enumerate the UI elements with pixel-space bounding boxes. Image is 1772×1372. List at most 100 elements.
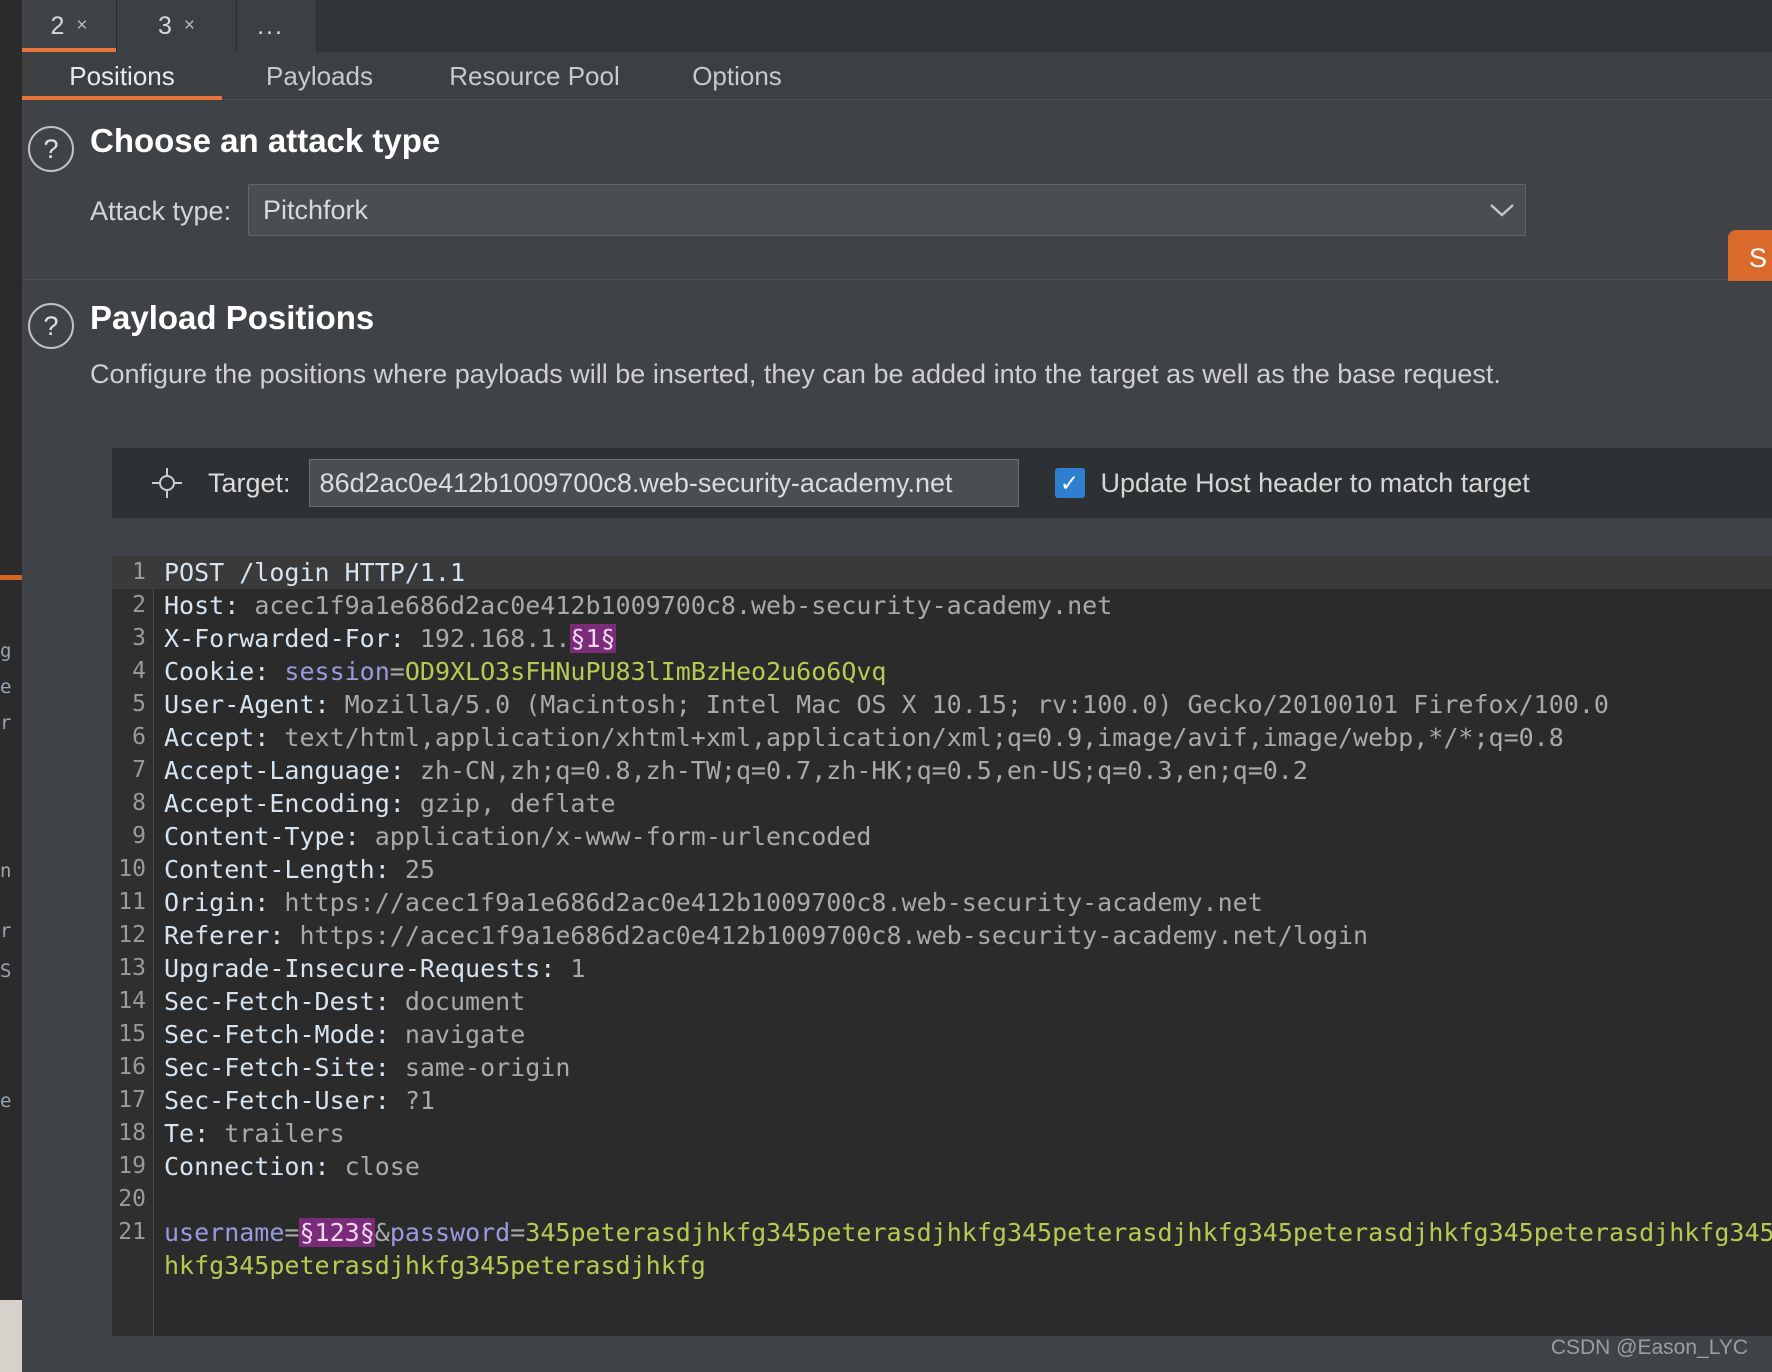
code-segment: https://acec1f9a1e686d2ac0e412b1009700c8… <box>269 888 1263 917</box>
request-line: 11 Origin: https://acec1f9a1e686d2ac0e412… <box>112 886 1772 919</box>
line-number: 5 <box>132 691 146 717</box>
code-segment: zh-CN,zh;q=0.8,zh-TW;q=0.7,zh-HK;q=0.5,e… <box>404 756 1308 785</box>
code-segment: hkfg345peterasdjhkfg345peterasdjhkfg <box>164 1251 706 1280</box>
line-number: 3 <box>132 625 146 651</box>
line-text: Host: acec1f9a1e686d2ac0e412b1009700c8.w… <box>164 589 1112 622</box>
attack-tab-label: 3 <box>157 11 172 40</box>
tab-label: Payloads <box>266 60 373 91</box>
code-segment: close <box>329 1152 420 1181</box>
tab-label: Positions <box>69 60 175 91</box>
code-segment: Referer: <box>164 921 285 950</box>
code-segment: navigate <box>389 1020 526 1049</box>
line-text: Sec-Fetch-User: ?1 <box>164 1084 435 1117</box>
tab-positions[interactable]: Positions <box>22 52 222 100</box>
section-tab-bar: Positions Payloads Resource Pool Options <box>22 52 1772 100</box>
code-segment: Content-Type: <box>164 822 360 851</box>
code-segment: Host: <box>164 591 240 620</box>
request-editor[interactable]: 1 POST /login HTTP/1.1 2 Host: acec1f9a1e68… <box>112 556 1772 1336</box>
request-line: 15 Sec-Fetch-Mode: navigate <box>112 1018 1772 1051</box>
request-line: 14 Sec-Fetch-Dest: document <box>112 985 1772 1018</box>
request-line: 19 Connection: close <box>112 1150 1772 1183</box>
line-text: Content-Length: 25 <box>164 853 435 886</box>
code-segment: Sec-Fetch-Dest: <box>164 987 390 1016</box>
request-line: 5 User-Agent: Mozilla/5.0 (Macintosh; Int… <box>112 688 1772 721</box>
code-segment: X-Forwarded-For: <box>164 624 405 653</box>
payload-marker: §123§ <box>299 1218 375 1247</box>
line-text: hkfg345peterasdjhkfg345peterasdjhkfg <box>164 1249 706 1282</box>
request-line: 12 Referer: https://acec1f9a1e686d2ac0e41… <box>112 919 1772 952</box>
target-input[interactable] <box>308 459 1019 507</box>
request-line: 7 Accept-Language: zh-CN,zh;q=0.8,zh-TW;q… <box>112 754 1772 787</box>
attack-tab-2[interactable]: 2 × <box>22 0 117 52</box>
line-text: Sec-Fetch-Site: same-origin <box>164 1051 570 1084</box>
code-segment: username <box>164 1218 285 1247</box>
line-number: 18 <box>118 1120 146 1146</box>
line-text: Connection: close <box>164 1150 420 1183</box>
attack-tab-3[interactable]: 3 × <box>117 0 237 52</box>
tab-options[interactable]: Options <box>652 52 822 100</box>
code-segment: 1 <box>555 954 586 983</box>
question-mark-icon[interactable]: ? <box>28 303 74 349</box>
payload-positions-heading: Payload Positions <box>90 299 375 336</box>
line-number: 9 <box>132 823 146 849</box>
line-text: Accept-Encoding: gzip, deflate <box>164 787 616 820</box>
attack-type-panel: ? Choose an attack type Attack type: Pit… <box>22 100 1772 286</box>
request-code[interactable]: 1 POST /login HTTP/1.1 2 Host: acec1f9a1e68… <box>112 556 1772 1336</box>
line-number: 4 <box>132 658 146 684</box>
background-text-fragment: r <box>0 712 12 734</box>
code-segment: text/html,application/xhtml+xml,applicat… <box>269 723 1564 752</box>
code-segment: User-Agent: <box>164 690 330 719</box>
background-text-fragment: e <box>0 1090 12 1112</box>
code-segment: same-origin <box>389 1053 571 1082</box>
update-host-checkbox[interactable]: ✓ <box>1054 468 1085 498</box>
code-segment: ?1 <box>389 1086 435 1115</box>
line-number: 6 <box>132 724 146 750</box>
intruder-window: g e r n r S e 2 × 3 × ... Positions Payl… <box>0 0 1772 1372</box>
tab-label: Resource Pool <box>449 60 620 91</box>
line-number: 17 <box>118 1087 146 1113</box>
request-line: 17 Sec-Fetch-User: ?1 <box>112 1084 1772 1117</box>
attack-tab-overflow[interactable]: ... <box>237 0 317 52</box>
tab-payloads[interactable]: Payloads <box>222 52 417 100</box>
request-line: 16 Sec-Fetch-Site: same-origin <box>112 1051 1772 1084</box>
code-segment: Cookie: <box>164 657 270 686</box>
code-segment: Sec-Fetch-User: <box>164 1086 390 1115</box>
update-host-checkbox-group[interactable]: ✓ Update Host header to match target <box>1054 467 1530 499</box>
code-segment: Accept: <box>164 723 270 752</box>
attack-tab-label: 2 <box>50 11 65 40</box>
attack-type-value: Pitchfork <box>263 194 369 225</box>
line-text: Cookie: session=OD9XLO3sFHNuPU83lImBzHeo… <box>164 655 886 688</box>
background-text-fragment: g <box>0 640 12 662</box>
request-line: hkfg345peterasdjhkfg345peterasdjhkfg <box>112 1249 1772 1282</box>
line-text: Accept: text/html,application/xhtml+xml,… <box>164 721 1564 754</box>
tab-resource-pool[interactable]: Resource Pool <box>417 52 652 100</box>
code-segment: = <box>510 1218 526 1247</box>
chevron-down-icon[interactable] <box>1479 202 1525 218</box>
code-segment: acec1f9a1e686d2ac0e412b1009700c8.web-sec… <box>239 591 1113 620</box>
attack-type-select[interactable]: Pitchfork <box>248 184 1526 236</box>
code-segment: Accept-Encoding: <box>164 789 405 818</box>
line-number: 16 <box>118 1054 146 1080</box>
close-icon[interactable]: × <box>184 15 195 37</box>
background-text-fragment: r <box>0 920 12 942</box>
code-segment: application/x-www-form-urlencoded <box>359 822 872 851</box>
start-attack-button[interactable]: S <box>1728 230 1772 286</box>
line-text: User-Agent: Mozilla/5.0 (Macintosh; Inte… <box>164 688 1609 721</box>
request-line: 21 username=§123§&password=345peterasdjhk… <box>112 1216 1772 1249</box>
request-line: 2 Host: acec1f9a1e686d2ac0e412b1009700c8.… <box>112 589 1772 622</box>
line-text: Referer: https://acec1f9a1e686d2ac0e412b… <box>164 919 1368 952</box>
line-text: username=§123§&password=345peterasdjhkfg… <box>164 1216 1772 1249</box>
line-text: Origin: https://acec1f9a1e686d2ac0e412b1… <box>164 886 1263 919</box>
payload-positions-description: Configure the positions where payloads w… <box>90 359 1501 389</box>
close-icon[interactable]: × <box>76 15 87 37</box>
question-mark-icon[interactable]: ? <box>28 126 74 172</box>
update-host-label: Update Host header to match target <box>1100 467 1530 498</box>
line-text: Content-Type: application/x-www-form-url… <box>164 820 871 853</box>
background-text-fragment: e <box>0 676 12 698</box>
code-segment: & <box>374 1218 390 1247</box>
line-text: X-Forwarded-For: 192.168.1.§1§ <box>164 622 616 655</box>
line-number: 13 <box>118 955 146 981</box>
line-text: Upgrade-Insecure-Requests: 1 <box>164 952 585 985</box>
active-tab-underline <box>22 48 116 52</box>
line-text: POST /login HTTP/1.1 <box>164 556 465 589</box>
